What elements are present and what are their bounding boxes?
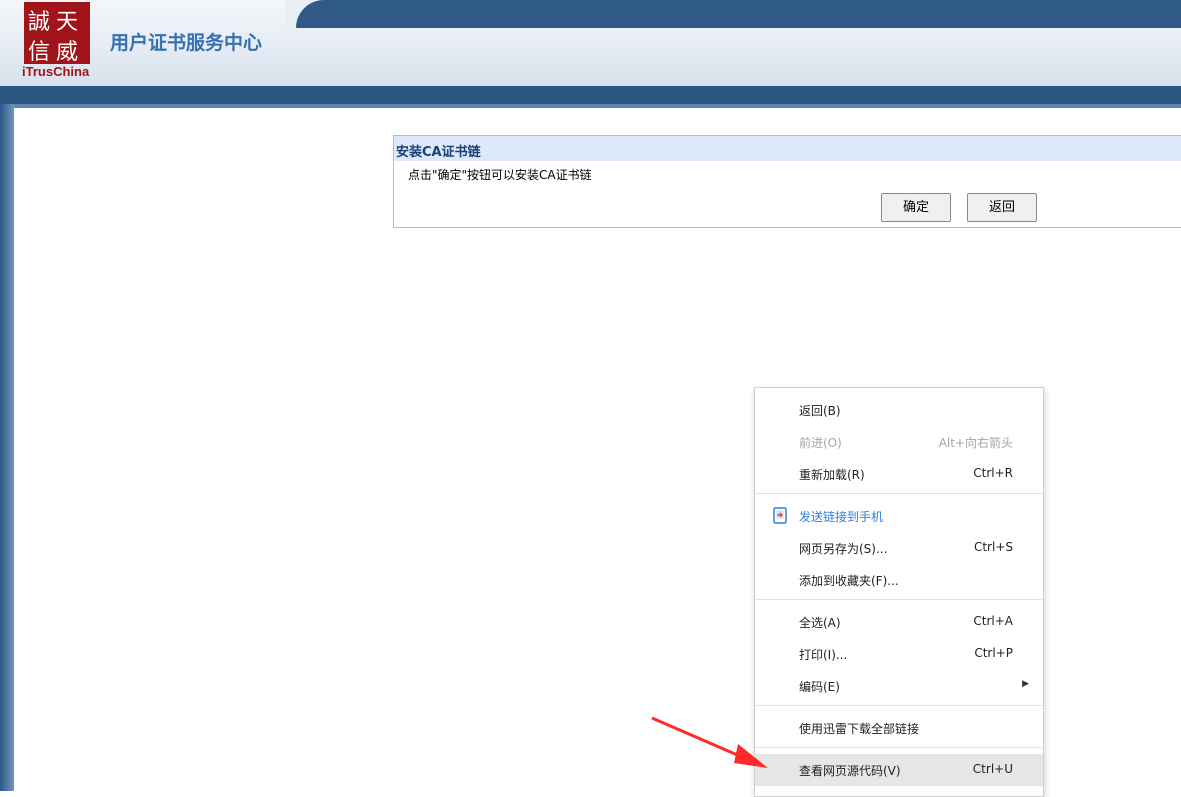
- logo-char: 信: [28, 40, 51, 65]
- menu-item-label: 查看网页源代码(V): [799, 764, 901, 778]
- logo-text: iTrusChina: [22, 64, 90, 79]
- logo-char: 天: [56, 10, 79, 35]
- menu-item-label: 打印(I)...: [799, 648, 848, 662]
- logo-char: 誠: [28, 10, 51, 35]
- menu-item-label: 使用迅雷下载全部链接: [799, 722, 920, 736]
- submenu-arrow-icon: ▶: [1022, 679, 1029, 689]
- menu-item-label: 前进(O): [799, 436, 842, 450]
- menu-item-view-source[interactable]: 查看网页源代码(V) Ctrl+U: [755, 754, 1043, 786]
- menu-item-label: 全选(A): [799, 616, 841, 630]
- logo-char: 威: [56, 40, 79, 65]
- ok-button[interactable]: 确定: [881, 193, 951, 222]
- left-border-bar: [0, 104, 14, 791]
- menu-item-add-favorites[interactable]: 添加到收藏夹(F)...: [755, 564, 1043, 596]
- menu-item-label: 重新加载(R): [799, 468, 865, 482]
- menu-item-label: 编码(E): [799, 680, 840, 694]
- menu-item-select-all[interactable]: 全选(A) Ctrl+A: [755, 606, 1043, 638]
- menu-item-shortcut: Ctrl+U: [972, 762, 1013, 776]
- header-top-band: [300, 0, 1181, 28]
- menu-item-shortcut: Ctrl+A: [973, 614, 1013, 628]
- menu-item-save-as[interactable]: 网页另存为(S)... Ctrl+S: [755, 532, 1043, 564]
- panel-message: 点击"确定"按钮可以安装CA证书链: [408, 168, 592, 182]
- back-button[interactable]: 返回: [967, 193, 1037, 222]
- context-menu: 返回(B) 前进(O) Alt+向右箭头 重新加载(R) Ctrl+R 发送链接…: [754, 387, 1044, 797]
- menu-item-shortcut: Ctrl+R: [973, 466, 1013, 480]
- menu-item-label: 添加到收藏夹(F)...: [799, 574, 899, 588]
- menu-separator: [755, 599, 1043, 600]
- menu-item-label: 发送链接到手机: [799, 510, 884, 524]
- menu-item-label: 网页另存为(S)...: [799, 542, 888, 556]
- menu-item-shortcut: Ctrl+S: [973, 540, 1013, 554]
- menu-item-forward: 前进(O) Alt+向右箭头: [755, 426, 1043, 458]
- menu-separator: [755, 493, 1043, 494]
- install-ca-panel: 安装CA证书链 点击"确定"按钮可以安装CA证书链 确定 返回: [393, 135, 1181, 228]
- menu-item-reload[interactable]: 重新加载(R) Ctrl+R: [755, 458, 1043, 490]
- phone-send-icon: [773, 507, 787, 524]
- menu-item-print[interactable]: 打印(I)... Ctrl+P: [755, 638, 1043, 670]
- menu-item-encoding[interactable]: 编码(E) ▶: [755, 670, 1043, 702]
- site-title: 用户证书服务中心: [110, 32, 263, 54]
- menu-item-shortcut: Alt+向右箭头: [938, 436, 1013, 450]
- menu-separator: [755, 705, 1043, 706]
- itruschina-logo: 誠 天 信 威: [24, 2, 90, 65]
- site-header: 誠 天 信 威 iTrusChina 用户证书服务中心: [0, 0, 1181, 90]
- menu-item-thunder-download[interactable]: 使用迅雷下载全部链接: [755, 712, 1043, 744]
- header-lower-band: [0, 86, 1181, 104]
- panel-title: 安装CA证书链: [394, 136, 1181, 161]
- menu-item-label: 返回(B): [799, 404, 841, 418]
- menu-separator: [755, 747, 1043, 748]
- menu-item-shortcut: Ctrl+P: [974, 646, 1013, 660]
- menu-item-send-to-phone[interactable]: 发送链接到手机: [755, 500, 1043, 532]
- menu-item-back[interactable]: 返回(B): [755, 394, 1043, 426]
